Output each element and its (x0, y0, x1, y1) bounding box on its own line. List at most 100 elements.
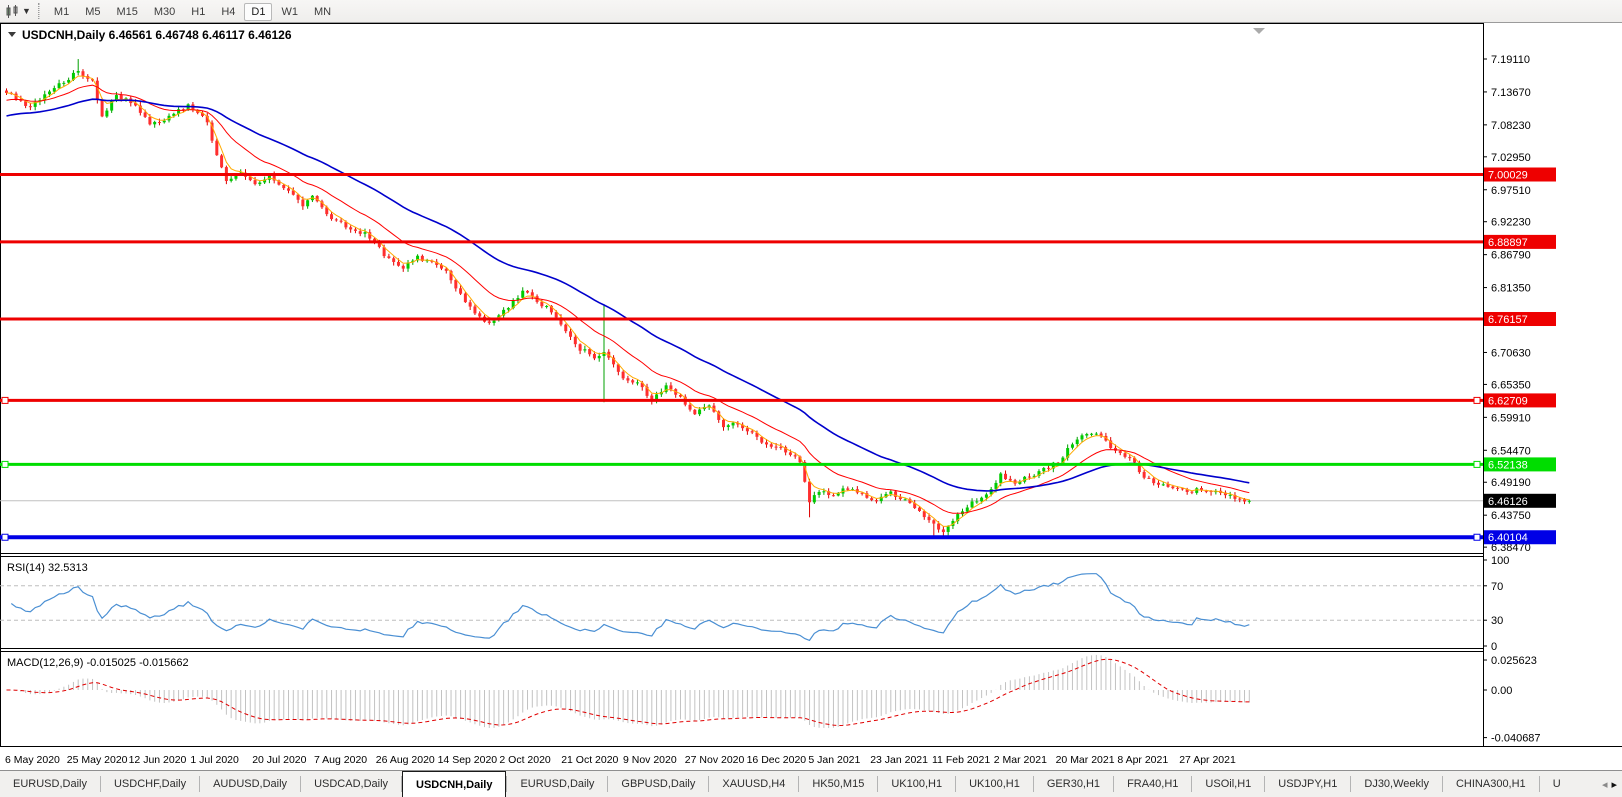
symbol-tab-fra40-h1[interactable]: FRA40,H1 (1114, 771, 1191, 797)
timeframe-button-m15[interactable]: M15 (109, 3, 144, 21)
caret-down-icon[interactable]: ▼ (22, 6, 31, 16)
timeframe-button-d1[interactable]: D1 (244, 3, 272, 21)
rsi-tick-label: 100 (1491, 555, 1509, 567)
symbol-tab-u[interactable]: U (1540, 771, 1574, 797)
level-handle-right[interactable] (1474, 397, 1480, 403)
price-tick-label: 6.70630 (1491, 347, 1531, 359)
level-price-tag: 6.88897 (1484, 235, 1556, 249)
symbol-tab-ger30-h1[interactable]: GER30,H1 (1034, 771, 1113, 797)
svg-text:6.46126: 6.46126 (1488, 496, 1528, 508)
macd-tick-label: -0.040687 (1491, 733, 1541, 745)
symbol-tab-dj30-weekly[interactable]: DJ30,Weekly (1351, 771, 1442, 797)
svg-text:6.40104: 6.40104 (1488, 532, 1528, 544)
timeframe-buttons: M1M5M15M30H1H4D1W1MN (46, 2, 339, 21)
timeframe-button-h1[interactable]: H1 (184, 3, 212, 21)
level-price-tag: 6.40104 (1484, 530, 1556, 544)
level-handle-right[interactable] (1474, 461, 1480, 467)
price-tick-label: 6.97510 (1491, 185, 1531, 197)
timeframe-button-m5[interactable]: M5 (78, 3, 107, 21)
level-handle-right[interactable] (1474, 534, 1480, 540)
symbol-tab-china300-h1[interactable]: CHINA300,H1 (1443, 771, 1539, 797)
price-tick-label: 7.08230 (1491, 120, 1531, 132)
tab-scroll-controls: ◂▸ (1599, 771, 1620, 797)
chart-title: USDCNH,Daily 6.46561 6.46748 6.46117 6.4… (22, 28, 292, 42)
rsi-tick-label: 30 (1491, 615, 1503, 627)
symbol-tab-eurusd-daily[interactable]: EURUSD,Daily (0, 771, 100, 797)
date-label: 20 Jul 2020 (252, 754, 306, 766)
date-label: 21 Oct 2020 (561, 754, 618, 766)
symbol-tab-hk50-m15[interactable]: HK50,M15 (799, 771, 877, 797)
timeframe-button-m30[interactable]: M30 (147, 3, 182, 21)
symbol-tab-eurusd-daily[interactable]: EURUSD,Daily (507, 771, 607, 797)
price-tick-label: 6.59910 (1491, 412, 1531, 424)
date-label: 25 May 2020 (67, 754, 128, 766)
price-tick-label: 7.02950 (1491, 152, 1531, 164)
date-label: 20 Mar 2021 (1056, 754, 1115, 766)
svg-text:6.88897: 6.88897 (1488, 237, 1528, 249)
level-price-tag: 6.76157 (1484, 312, 1556, 326)
macd-label: MACD(12,26,9) -0.015025 -0.015662 (7, 657, 189, 669)
timeframe-toolbar: ▼ M1M5M15M30H1H4D1W1MN (0, 0, 1622, 23)
date-label: 16 Dec 2020 (747, 754, 807, 766)
price-tick-label: 6.65350 (1491, 379, 1531, 391)
date-label: 2 Oct 2020 (499, 754, 551, 766)
date-label: 26 Aug 2020 (376, 754, 435, 766)
moving-average-medium-ma (7, 85, 1250, 513)
chart-canvas[interactable]: 7.19110 7.13670 7.08230 7.02950 6.97510 6.922… (0, 23, 1622, 770)
date-label: 8 Apr 2021 (1117, 754, 1168, 766)
tab-scroll-left-icon[interactable]: ◂ (1602, 778, 1608, 791)
date-label: 1 Jul 2020 (190, 754, 239, 766)
tab-scroll-right-icon[interactable]: ▸ (1611, 778, 1617, 791)
date-label: 27 Apr 2021 (1179, 754, 1236, 766)
svg-text:6.62709: 6.62709 (1488, 395, 1528, 407)
svg-text:6.52138: 6.52138 (1488, 459, 1528, 471)
symbol-tab-gbpusd-daily[interactable]: GBPUSD,Daily (608, 771, 708, 797)
price-tick-label: 6.49190 (1491, 477, 1531, 489)
symbol-tab-bar: EURUSD,DailyUSDCHF,DailyAUDUSD,DailyUSDC… (0, 770, 1622, 797)
symbol-tab-uk100-h1[interactable]: UK100,H1 (878, 771, 955, 797)
timeframe-button-w1[interactable]: W1 (274, 3, 305, 21)
date-label: 6 May 2020 (5, 754, 60, 766)
price-tick-label: 6.81350 (1491, 283, 1531, 295)
timeframe-button-m1[interactable]: M1 (47, 3, 76, 21)
collapse-triangle-icon[interactable] (8, 32, 16, 37)
chart-tool-icon[interactable] (5, 4, 20, 19)
price-tick-label: 6.92230 (1491, 217, 1531, 229)
toolbar-grip[interactable] (38, 3, 40, 19)
price-tick-label: 6.43750 (1491, 510, 1531, 522)
symbol-tab-usdcad-daily[interactable]: USDCAD,Daily (301, 771, 401, 797)
level-handle-left[interactable] (2, 397, 8, 403)
svg-text:7.00029: 7.00029 (1488, 170, 1528, 182)
level-price-tag: 6.62709 (1484, 393, 1556, 407)
chart-shift-marker-icon[interactable] (1253, 28, 1265, 34)
symbol-tab-usoil-h1[interactable]: USOil,H1 (1192, 771, 1264, 797)
date-label: 5 Jan 2021 (808, 754, 860, 766)
level-price-tag: 6.52138 (1484, 457, 1556, 471)
symbol-tab-usdcnh-daily[interactable]: USDCNH,Daily (402, 771, 506, 797)
date-label: 11 Feb 2021 (932, 754, 990, 766)
symbol-tab-usdjpy-h1[interactable]: USDJPY,H1 (1265, 771, 1350, 797)
date-label: 12 Jun 2020 (129, 754, 187, 766)
symbol-tab-xauusd-h4[interactable]: XAUUSD,H4 (709, 771, 798, 797)
current-price-tag: 6.46126 (1484, 494, 1556, 508)
price-tick-label: 7.13670 (1491, 87, 1531, 99)
level-handle-left[interactable] (2, 461, 8, 467)
price-tick-label: 6.86790 (1491, 250, 1531, 262)
rsi-line (11, 574, 1249, 641)
date-label: 2 Mar 2021 (994, 754, 1047, 766)
moving-average-slow-ma (7, 99, 1250, 491)
date-axis: 6 May 2020 25 May 202012 Jun 20201 Jul 20… (5, 754, 1236, 766)
timeframe-button-mn[interactable]: MN (307, 3, 338, 21)
timeframe-button-h4[interactable]: H4 (214, 3, 242, 21)
macd-tick-label: 0.00 (1491, 685, 1512, 697)
macd-histogram (7, 655, 1250, 728)
symbol-tab-audusd-daily[interactable]: AUDUSD,Daily (200, 771, 300, 797)
level-handle-left[interactable] (2, 534, 8, 540)
rsi-tick-label: 0 (1491, 641, 1497, 653)
symbol-tab-uk100-h1[interactable]: UK100,H1 (956, 771, 1033, 797)
symbol-tab-usdchf-daily[interactable]: USDCHF,Daily (101, 771, 199, 797)
price-tick-label: 7.19110 (1491, 54, 1530, 66)
date-label: 14 Sep 2020 (438, 754, 498, 766)
candlestick-glyph (5, 4, 20, 19)
rsi-tick-label: 70 (1491, 581, 1503, 593)
